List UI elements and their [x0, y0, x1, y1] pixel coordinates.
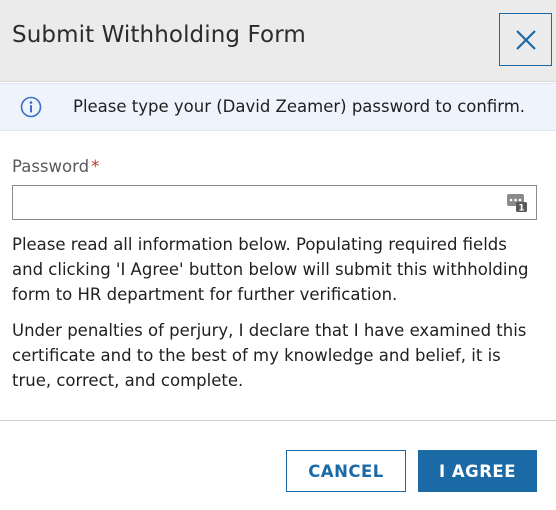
- password-manager-icon[interactable]: 1: [506, 191, 528, 213]
- cancel-button[interactable]: CANCEL: [286, 450, 406, 492]
- dialog-header: Submit Withholding Form: [0, 0, 556, 82]
- password-label: Password *: [12, 157, 99, 176]
- info-circle-icon: [20, 96, 42, 118]
- password-manager-badge: 1: [519, 204, 525, 214]
- perjury-paragraph: Under penalties of perjury, I declare th…: [12, 321, 527, 390]
- info-banner: Please type your (David Zeamer) password…: [0, 83, 556, 131]
- password-field[interactable]: [12, 185, 537, 220]
- password-label-text: Password: [12, 157, 90, 176]
- required-marker: *: [91, 157, 100, 176]
- agree-button[interactable]: I AGREE: [418, 450, 537, 492]
- withholding-dialog: Submit Withholding Form Please type your…: [0, 0, 556, 510]
- footer-divider: [0, 420, 556, 421]
- info-paragraph-1: Please read all information below. Popul…: [12, 235, 529, 304]
- close-button[interactable]: [499, 13, 552, 66]
- close-icon: [516, 30, 536, 50]
- info-message: Please type your (David Zeamer) password…: [73, 97, 526, 116]
- dialog-title: Submit Withholding Form: [12, 22, 306, 48]
